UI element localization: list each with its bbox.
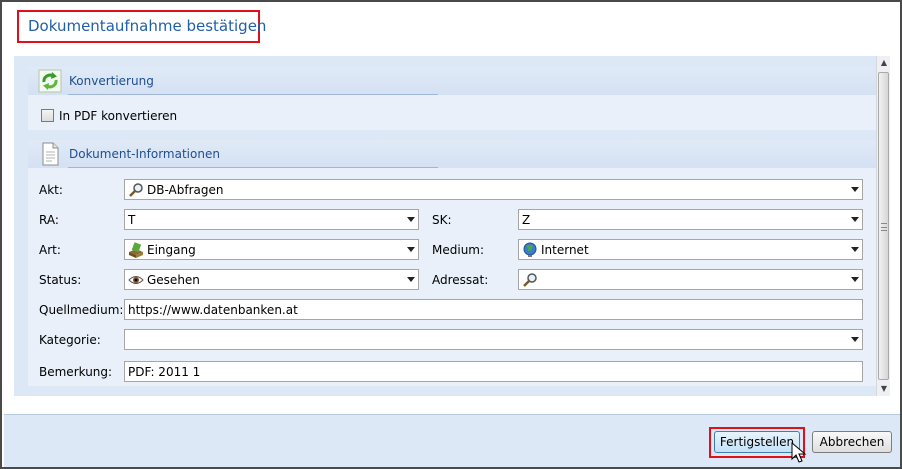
ra-label: RA: [39, 213, 59, 227]
scroll-up-arrow-icon[interactable]: ▲ [877, 56, 890, 70]
chevron-down-icon[interactable] [851, 187, 859, 192]
chevron-down-icon[interactable] [851, 217, 859, 222]
bemerkung-value: PDF: 2011 1 [128, 365, 201, 379]
scrollbar-thumb[interactable] [878, 72, 889, 380]
recycle-arrows-icon [38, 69, 62, 93]
conversion-header: Konvertierung [28, 67, 876, 95]
quellmedium-value: https://www.datenbanken.at [128, 303, 298, 317]
status-value: Gesehen [147, 273, 200, 287]
pdf-convert-label[interactable]: In PDF konvertieren [59, 109, 177, 123]
header-divider [68, 94, 438, 95]
vertical-scrollbar[interactable]: ▲ ▼ [876, 56, 890, 396]
document-icon [42, 142, 59, 166]
cancel-button[interactable]: Abbrechen [812, 431, 892, 453]
magnifier-icon [523, 273, 537, 287]
pdf-convert-checkbox[interactable] [41, 109, 54, 122]
eye-icon [128, 276, 144, 284]
bemerkung-label: Bemerkung: [39, 365, 113, 379]
chevron-down-icon[interactable] [407, 247, 415, 252]
dialog-footer: Fertigstellen Abbrechen [4, 414, 900, 467]
sk-value: Z [522, 213, 531, 227]
ra-select[interactable]: T [124, 209, 419, 230]
document-info-header: Dokument-Informationen [28, 140, 876, 168]
art-value: Eingang [147, 243, 196, 257]
sk-label: SK: [432, 213, 452, 227]
header-divider [68, 167, 438, 168]
chevron-down-icon[interactable] [851, 277, 859, 282]
status-select[interactable]: Gesehen [124, 269, 419, 290]
document-info-panel: Dokument-Informationen Akt: DB-Abfragen … [28, 140, 876, 386]
akt-value: DB-Abfragen [147, 183, 224, 197]
ra-value: T [128, 213, 136, 227]
globe-icon [523, 242, 537, 257]
quellmedium-input[interactable]: https://www.datenbanken.at [124, 299, 863, 320]
adressat-select[interactable] [518, 269, 863, 290]
chevron-down-icon[interactable] [407, 217, 415, 222]
art-select[interactable]: Eingang [124, 239, 419, 260]
medium-value: Internet [541, 243, 589, 257]
adressat-label: Adressat: [432, 273, 489, 287]
document-info-title: Dokument-Informationen [69, 147, 220, 161]
art-label: Art: [39, 243, 61, 257]
mouse-pointer-icon [791, 442, 807, 463]
chevron-down-icon[interactable] [851, 337, 859, 342]
chevron-down-icon[interactable] [851, 247, 859, 252]
grip-icon [881, 223, 887, 231]
kategorie-select[interactable] [124, 329, 863, 350]
content-area: Konvertierung In PDF konvertieren Dokume… [14, 56, 890, 396]
kategorie-label: Kategorie: [39, 333, 101, 347]
dialog-title: Dokumentaufnahme bestätigen [17, 10, 266, 43]
status-label: Status: [39, 273, 82, 287]
medium-select[interactable]: Internet [518, 239, 863, 260]
chevron-down-icon[interactable] [407, 277, 415, 282]
scroll-down-arrow-icon[interactable]: ▼ [877, 382, 890, 396]
quellmedium-label: Quellmedium: [39, 303, 124, 317]
finish-button[interactable]: Fertigstellen [714, 431, 800, 453]
akt-select[interactable]: DB-Abfragen [124, 179, 863, 200]
bemerkung-input[interactable]: PDF: 2011 1 [124, 361, 863, 382]
inbox-icon [129, 242, 143, 258]
conversion-panel: Konvertierung In PDF konvertieren [28, 67, 876, 130]
conversion-title: Konvertierung [69, 74, 154, 88]
confirm-dialog: Dokumentaufnahme bestätigen Konvertierun… [0, 0, 902, 469]
akt-label: Akt: [39, 183, 63, 197]
sk-select[interactable]: Z [518, 209, 863, 230]
medium-label: Medium: [432, 243, 485, 257]
magnifier-icon [129, 183, 143, 197]
